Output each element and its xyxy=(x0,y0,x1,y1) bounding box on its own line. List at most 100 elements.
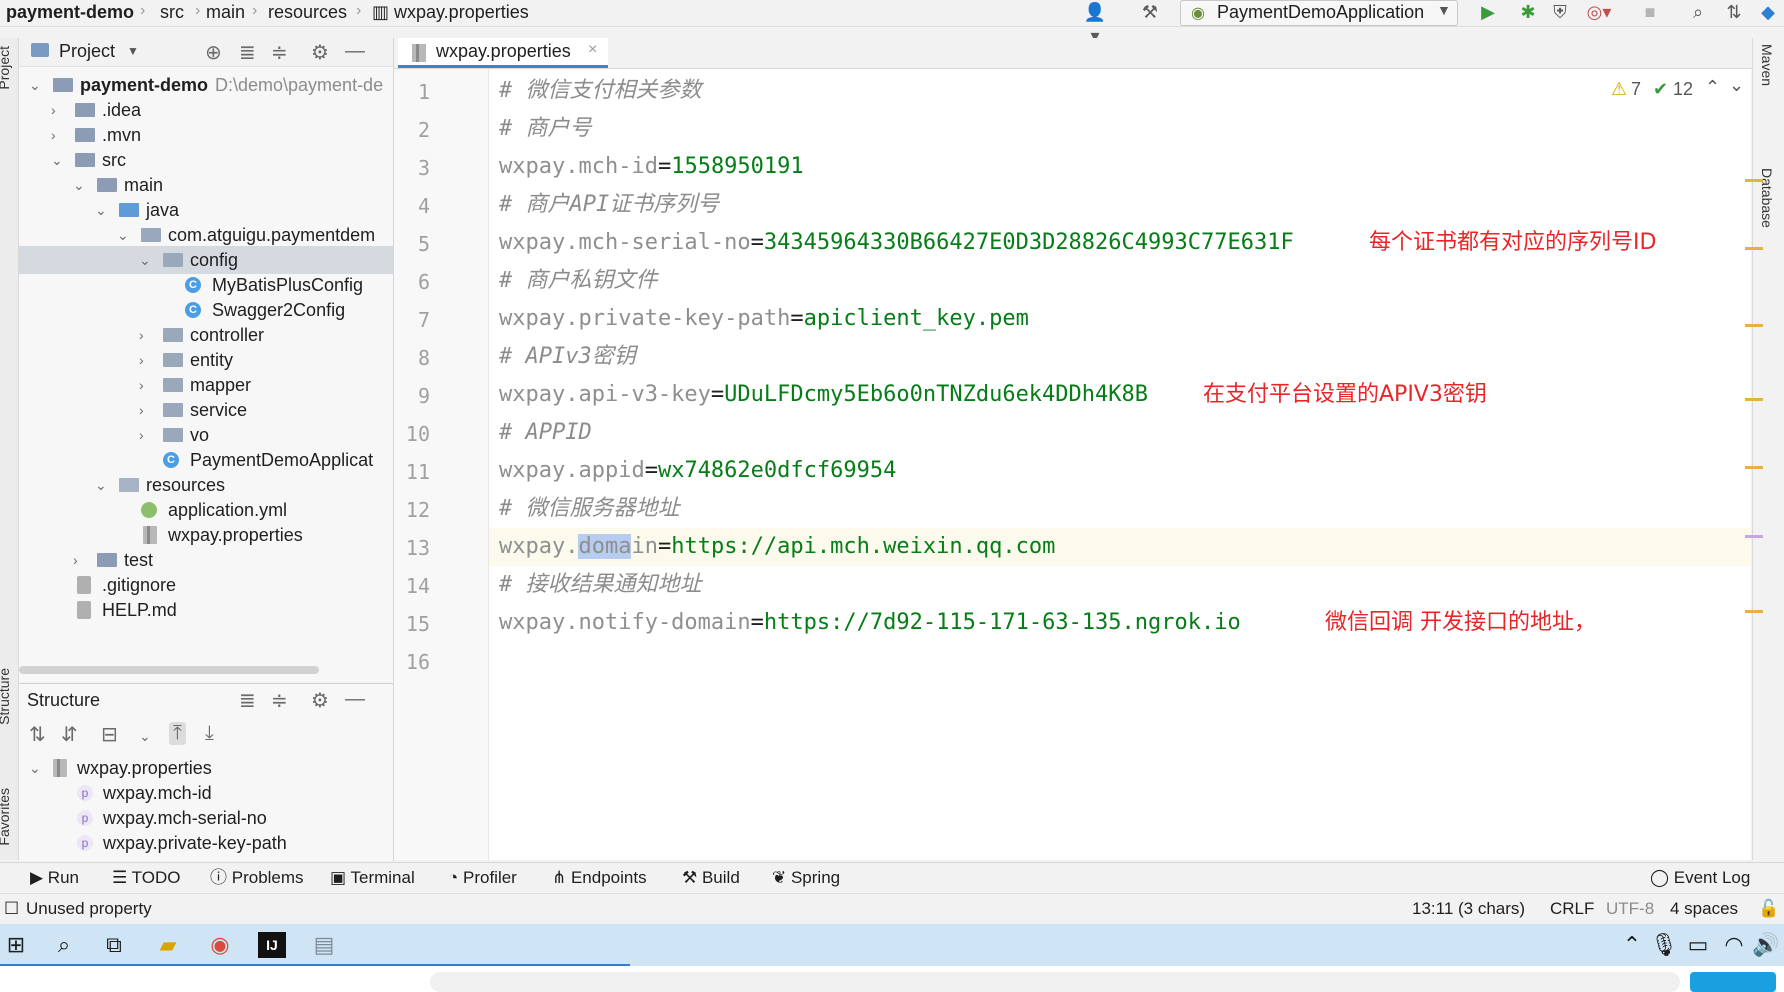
file-encoding[interactable]: UTF-8 xyxy=(1606,894,1654,924)
breadcrumb-project[interactable]: payment-demo xyxy=(6,0,134,26)
close-icon[interactable]: × xyxy=(588,41,597,59)
coverage-icon[interactable]: ⛨ xyxy=(1548,0,1572,24)
tree-item-mybatisplusconfig[interactable]: C MyBatisPlusConfig xyxy=(19,271,393,299)
profiler-tool-tab[interactable]: ◔ Profiler xyxy=(448,863,517,893)
gear-icon[interactable]: ⚙ xyxy=(311,688,329,713)
windows-start-icon[interactable]: ⊞ xyxy=(2,932,30,958)
caret-position[interactable]: 13:11 (3 chars) xyxy=(1412,894,1525,924)
sort-alphabetically-icon[interactable]: ⇅ xyxy=(29,722,46,747)
maven-tool-tab[interactable]: Maven xyxy=(1759,44,1775,86)
database-tool-tab[interactable]: Database xyxy=(1759,168,1775,228)
search-icon[interactable]: ⌕ xyxy=(1686,0,1710,24)
breadcrumb-src[interactable]: src xyxy=(160,0,184,26)
code-line[interactable]: wxpay.private-key-path=apiclient_key.pem xyxy=(499,300,1029,338)
warning-stripe-marker[interactable] xyxy=(1745,247,1763,250)
minimize-icon[interactable]: — xyxy=(345,688,365,711)
tree-item-mvn[interactable]: › .mvn xyxy=(19,121,393,149)
project-tool-tab[interactable]: Project xyxy=(0,46,12,90)
problems-tool-tab[interactable]: ⓘ Problems xyxy=(210,863,304,893)
search-icon[interactable]: ⌕ xyxy=(50,932,78,958)
volume-icon[interactable]: 🔊 xyxy=(1752,932,1780,958)
chevron-down-icon[interactable]: ⌄ xyxy=(117,221,131,249)
lock-icon[interactable]: 🔓 xyxy=(1758,894,1779,924)
intellij-idea-icon[interactable]: IJ xyxy=(258,932,286,958)
chevron-up-icon[interactable]: ⌃ xyxy=(1705,77,1720,98)
structure-root[interactable]: ⌄ wxpay.properties xyxy=(19,754,393,782)
caret-stripe-marker[interactable] xyxy=(1745,535,1763,538)
project-panel-title[interactable]: Project xyxy=(59,41,115,62)
chevron-right-icon[interactable]: › xyxy=(139,346,153,374)
code-line[interactable]: wxpay.notify-domain=https://7d92-115-171… xyxy=(499,604,1241,642)
horizontal-scrollbar[interactable] xyxy=(19,666,319,674)
warning-stripe-marker[interactable] xyxy=(1745,610,1763,613)
endpoints-tool-tab[interactable]: ⋔ Endpoints xyxy=(552,863,647,893)
chevron-down-icon[interactable]: ⌄ xyxy=(1729,75,1744,96)
input-bar[interactable] xyxy=(430,972,1680,992)
tree-item-wxpay-properties[interactable]: wxpay.properties xyxy=(19,521,393,549)
warning-stripe-marker[interactable] xyxy=(1745,324,1763,327)
code-line[interactable]: wxpay.api-v3-key=UDuLFDcmy5Eb6o0nTNZdu6e… xyxy=(499,376,1148,414)
build-tool-tab[interactable]: ⚒ Build xyxy=(682,863,740,893)
tree-item-test[interactable]: › test xyxy=(19,546,393,574)
sort-by-type-icon[interactable]: ⇵ xyxy=(61,722,78,747)
tree-item-mapper[interactable]: › mapper xyxy=(19,371,393,399)
terminal-tool-tab[interactable]: ▣ Terminal xyxy=(330,863,415,893)
tree-item-application-yml[interactable]: application.yml xyxy=(19,496,393,524)
tree-item-idea[interactable]: › .idea xyxy=(19,96,393,124)
warning-stripe-marker[interactable] xyxy=(1745,466,1763,469)
battery-icon[interactable]: ▭ xyxy=(1684,932,1712,958)
tree-item-package[interactable]: ⌄ com.atguigu.paymentdem xyxy=(19,221,393,249)
update-icon[interactable]: ⇅ xyxy=(1722,0,1746,24)
code-editor[interactable]: # 微信支付相关参数 # 商户号 wxpay.mch-id=1558950191… xyxy=(489,69,1751,860)
code-line[interactable]: # 微信服务器地址 xyxy=(499,490,680,528)
weak-warning-icon[interactable]: ✔ xyxy=(1653,79,1668,100)
tree-item-resources[interactable]: ⌄ resources xyxy=(19,471,393,499)
code-line[interactable]: # APIv3密钥 xyxy=(499,338,636,376)
collapse-all-icon[interactable]: ≑ xyxy=(271,688,288,713)
ide-logo-icon[interactable]: ◆ xyxy=(1756,0,1780,24)
line-separator[interactable]: CRLF xyxy=(1550,894,1594,924)
breadcrumb-file[interactable]: wxpay.properties xyxy=(394,0,529,26)
tree-item-config[interactable]: ⌄ config xyxy=(19,246,393,274)
chevron-right-icon[interactable]: › xyxy=(139,371,153,399)
minimize-icon[interactable]: — xyxy=(345,40,365,63)
file-explorer-icon[interactable]: ▰ xyxy=(154,932,182,958)
chevron-up-icon[interactable]: ⌃ xyxy=(1618,932,1646,958)
code-line[interactable]: # 商户号 xyxy=(499,110,592,148)
favorites-tool-tab[interactable]: Favorites xyxy=(0,788,12,846)
microphone-icon[interactable]: 🎙 xyxy=(1650,932,1678,958)
run-icon[interactable]: ▶ xyxy=(1476,0,1500,24)
indent-setting[interactable]: 4 spaces xyxy=(1670,894,1738,924)
gear-icon[interactable]: ⚙ xyxy=(311,40,329,65)
structure-item[interactable]: p wxpay.private-key-path xyxy=(19,829,393,857)
collapse-all-icon[interactable]: ≑ xyxy=(271,40,288,65)
locate-file-icon[interactable]: ⊕ xyxy=(205,40,222,65)
chevron-down-icon[interactable]: ⌄ xyxy=(51,146,65,174)
current-code-line[interactable]: wxpay.domain=https://api.mch.weixin.qq.c… xyxy=(489,528,1751,566)
autoscroll-to-source-icon[interactable]: ⤒ xyxy=(169,722,186,745)
chevron-down-icon[interactable]: ⌄ xyxy=(139,246,153,274)
chevron-right-icon[interactable]: › xyxy=(51,121,65,149)
tree-item-payment-demo[interactable]: ⌄ payment-demo D:\demo\payment-de xyxy=(19,71,393,99)
tree-item-swagger2config[interactable]: C Swagger2Config xyxy=(19,296,393,324)
run-tool-tab[interactable]: ▶ Run xyxy=(30,863,79,893)
chevron-down-icon[interactable]: ⌄ xyxy=(95,471,109,499)
chevron-right-icon[interactable]: › xyxy=(139,396,153,424)
code-line[interactable]: # 商户API证书序列号 xyxy=(499,186,719,224)
code-line[interactable]: # 微信支付相关参数 xyxy=(499,72,702,110)
task-view-icon[interactable]: ⧉ xyxy=(100,932,128,958)
profile-icon[interactable]: ◎▾ xyxy=(1584,0,1614,24)
autoscroll-from-source-icon[interactable]: ⤓ xyxy=(205,722,214,745)
notepad-icon[interactable]: ▤ xyxy=(310,932,338,958)
tree-item-service[interactable]: › service xyxy=(19,396,393,424)
tree-item-controller[interactable]: › controller xyxy=(19,321,393,349)
stop-icon[interactable]: ■ xyxy=(1640,0,1660,24)
wifi-icon[interactable]: ◠ xyxy=(1720,932,1748,958)
tree-item-help-md[interactable]: HELP.md xyxy=(19,596,393,624)
warning-stripe-marker[interactable] xyxy=(1745,179,1763,182)
user-icon[interactable]: 👤▾ xyxy=(1080,0,1110,46)
structure-item[interactable]: p wxpay.mch-serial-no xyxy=(19,804,393,832)
chevron-down-icon[interactable]: ⌄ xyxy=(95,196,109,224)
debug-icon[interactable]: ✱ xyxy=(1516,0,1540,24)
tree-item-entity[interactable]: › entity xyxy=(19,346,393,374)
